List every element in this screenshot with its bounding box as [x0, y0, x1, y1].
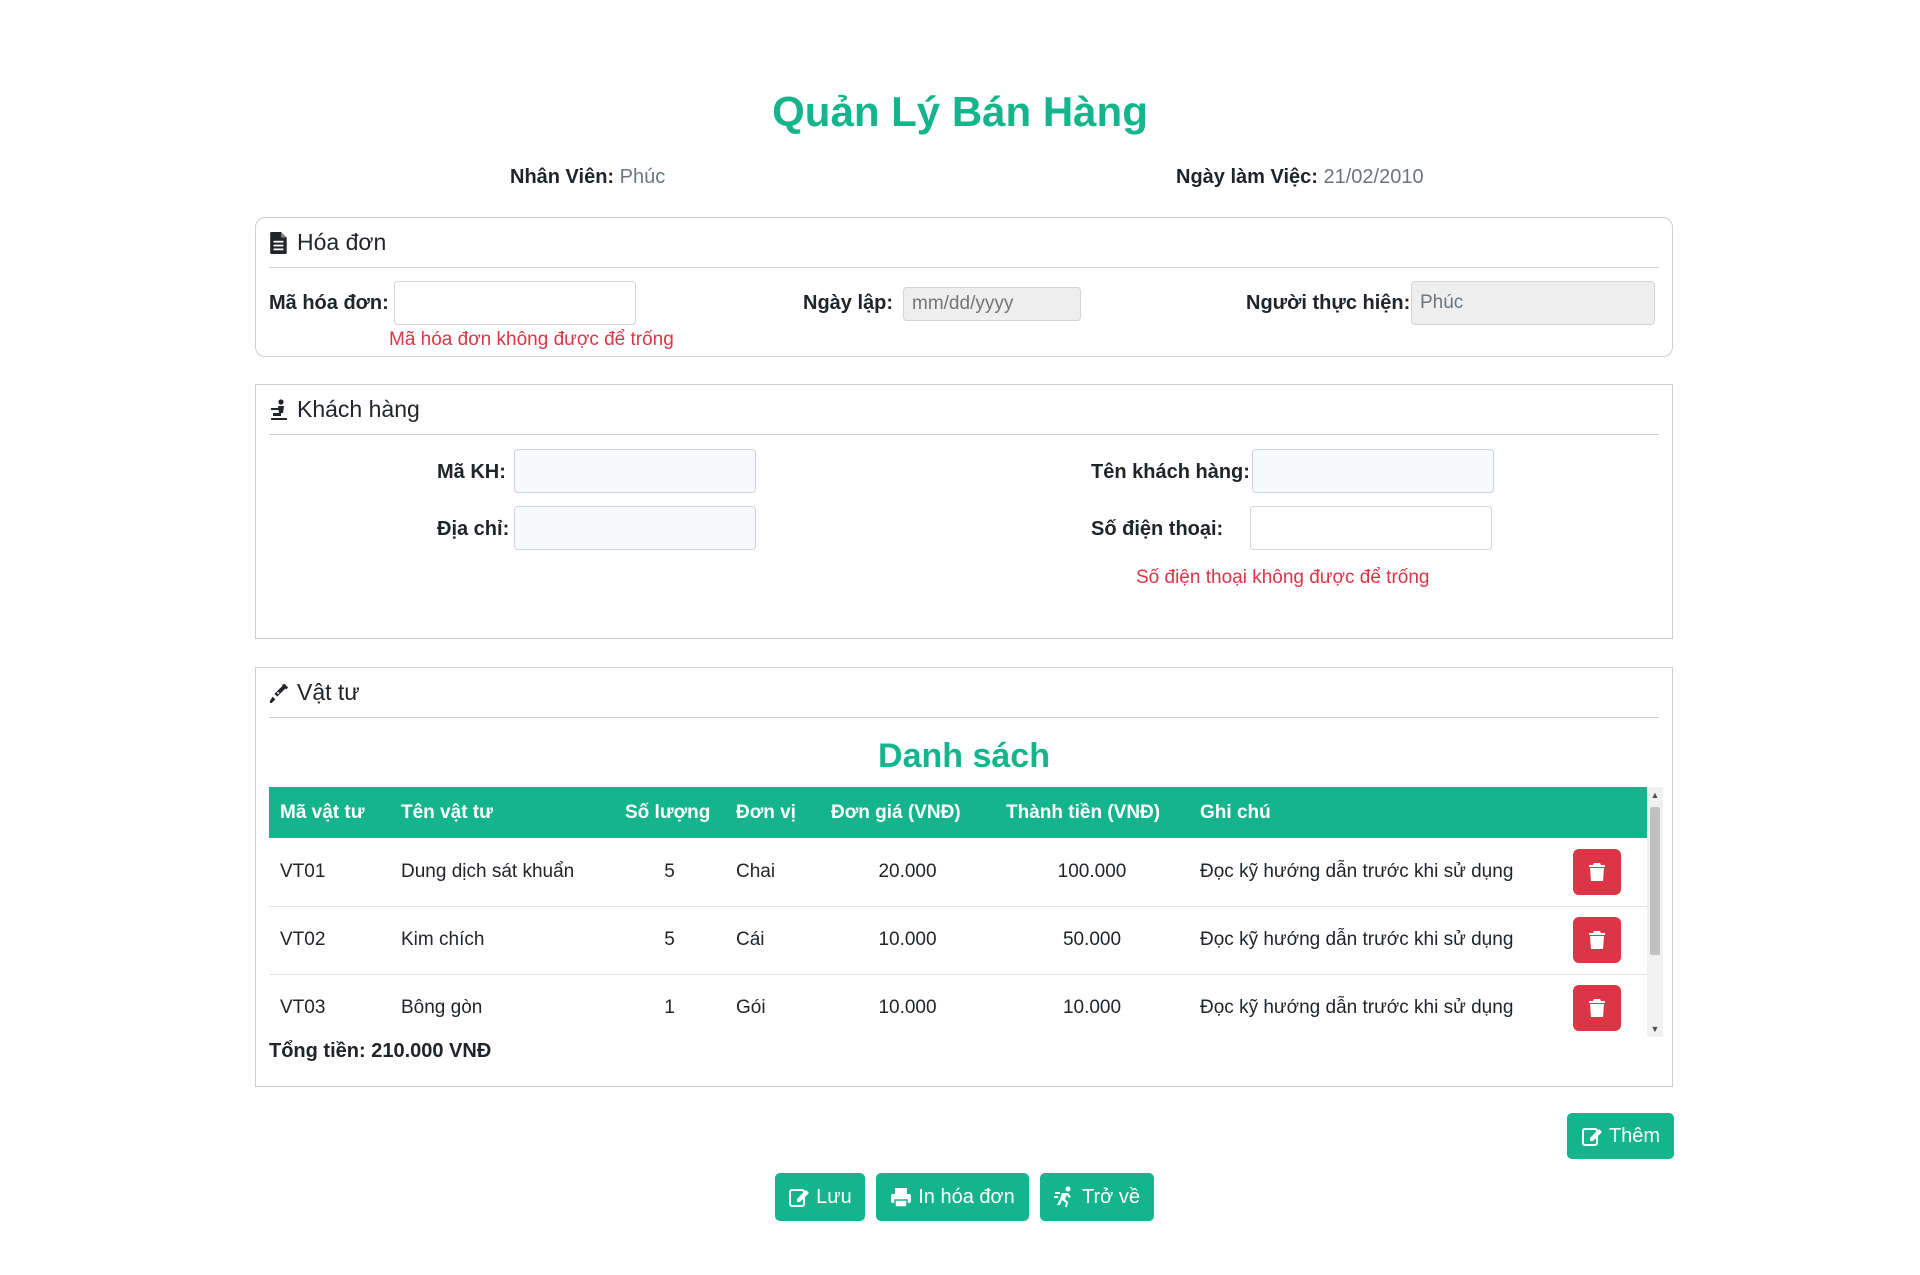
- customer-name-label: Tên khách hàng:: [1091, 461, 1250, 483]
- col-header-unit: Đơn vị: [736, 801, 796, 823]
- edit-icon: [789, 1189, 810, 1207]
- delete-button[interactable]: [1573, 985, 1621, 1031]
- cell-amount: 10.000: [1062, 997, 1122, 1018]
- supplies-card: Vật tư Danh sách Mã vật tư Tên vật tư Số…: [255, 667, 1673, 1087]
- cell-amount: 100.000: [1057, 860, 1127, 882]
- trash-icon: [1589, 862, 1605, 881]
- staff-info: Nhân Viên: Phúc: [510, 166, 665, 189]
- total-amount: Tổng tiền: 210.000 VNĐ: [269, 1040, 492, 1062]
- person-carry-icon: [271, 398, 287, 420]
- cell-quantity: 5: [664, 860, 675, 882]
- supplies-table: Mã vật tư Tên vật tư Số lượng Đơn vị Đơn…: [269, 787, 1647, 1037]
- workday-label: Ngày làm Việc:: [1176, 166, 1318, 188]
- col-header-action: [1562, 787, 1647, 838]
- col-header-code: Mã vật tư: [280, 801, 365, 823]
- cell-unit-price: 20.000: [878, 860, 937, 882]
- invoice-code-label: Mã hóa đơn:: [269, 292, 389, 314]
- cell-name: Dung dịch sát khuẩn: [401, 860, 575, 882]
- phone-error: Số điện thoại không được để trống: [1136, 567, 1430, 588]
- cell-code: VT01: [280, 860, 326, 882]
- cell-name: Bông gòn: [401, 997, 483, 1018]
- add-button-label: Thêm: [1608, 1124, 1661, 1147]
- invoice-code-input[interactable]: [394, 281, 636, 325]
- cell-note: Đọc kỹ hướng dẫn trước khi sử dụng: [1200, 997, 1514, 1018]
- table-row: VT02 Kim chích 5 Cái 10.000 50.000 Đọc k…: [269, 906, 1647, 974]
- back-button[interactable]: Trở về: [1040, 1173, 1154, 1221]
- print-button[interactable]: In hóa đơn: [876, 1173, 1029, 1221]
- col-header-unit-price: Đơn giá (VNĐ): [831, 801, 961, 823]
- invoice-card: Hóa đơn Mã hóa đơn: Mã hóa đơn không đượ…: [255, 217, 1673, 357]
- cell-quantity: 1: [664, 997, 675, 1018]
- scroll-thumb[interactable]: [1650, 807, 1660, 955]
- customer-name-input[interactable]: [1252, 449, 1494, 493]
- invoice-date-input[interactable]: [903, 287, 1081, 321]
- save-button[interactable]: Lưu: [775, 1173, 865, 1221]
- address-label: Địa chỉ:: [437, 518, 510, 540]
- cell-unit: Chai: [736, 860, 776, 882]
- save-button-label: Lưu: [816, 1185, 852, 1208]
- table-row: VT01 Dung dịch sát khuẩn 5 Chai 20.000 1…: [269, 838, 1647, 906]
- add-button[interactable]: Thêm: [1567, 1113, 1674, 1159]
- supplies-card-header: Vật tư: [269, 668, 1659, 718]
- invoice-date-label: Ngày lập:: [803, 292, 894, 314]
- file-invoice-icon: [270, 231, 287, 254]
- page-title: Quản Lý Bán Hàng: [772, 88, 1148, 135]
- table-row: VT03 Bông gòn 1 Gói 10.000 10.000 Đọc kỹ…: [269, 974, 1647, 1037]
- cell-action: [1562, 838, 1647, 906]
- print-button-label: In hóa đơn: [918, 1185, 1015, 1208]
- table-header-row: Mã vật tư Tên vật tư Số lượng Đơn vị Đơn…: [269, 787, 1647, 838]
- cell-amount: 50.000: [1062, 929, 1122, 950]
- cell-action: [1562, 974, 1647, 1037]
- edit-icon: [1581, 1128, 1602, 1146]
- invoice-card-header: Hóa đơn: [269, 218, 1659, 268]
- staff-value: Phúc: [619, 166, 666, 188]
- syringe-icon: [269, 683, 289, 703]
- cell-code: VT03: [280, 997, 326, 1018]
- staff-label: Nhân Viên:: [510, 166, 615, 188]
- cell-name: Kim chích: [401, 929, 485, 950]
- delete-button[interactable]: [1573, 848, 1621, 895]
- cell-unit: Gói: [736, 997, 766, 1018]
- workday-value: 21/02/2010: [1323, 166, 1424, 188]
- list-title: Danh sách: [878, 737, 1050, 775]
- customer-card-header: Khách hàng: [269, 385, 1659, 435]
- col-header-quantity: Số lượng: [625, 801, 711, 823]
- trash-icon: [1589, 999, 1605, 1017]
- cell-quantity: 5: [664, 929, 675, 950]
- supplies-table-container[interactable]: Mã vật tư Tên vật tư Số lượng Đơn vị Đơn…: [269, 787, 1663, 1037]
- scroll-up-arrow-icon[interactable]: ▲: [1647, 787, 1663, 803]
- invoice-code-error: Mã hóa đơn không được để trống: [389, 329, 674, 350]
- customer-card: Khách hàng Mã KH: Tên khách hàng: Địa ch…: [255, 384, 1673, 639]
- workday-info: Ngày làm Việc: 21/02/2010: [1176, 166, 1424, 189]
- phone-label: Số điện thoại:: [1091, 518, 1224, 540]
- print-icon: [891, 1188, 912, 1208]
- cell-unit-price: 10.000: [878, 997, 937, 1018]
- cell-note: Đọc kỹ hướng dẫn trước khi sử dụng: [1200, 860, 1514, 882]
- running-person-icon: [1054, 1186, 1072, 1207]
- cell-unit-price: 10.000: [878, 929, 937, 950]
- cell-code: VT02: [280, 929, 326, 950]
- customer-card-title: Khách hàng: [297, 396, 420, 422]
- cell-note: Đọc kỹ hướng dẫn trước khi sử dụng: [1200, 929, 1514, 950]
- col-header-note: Ghi chú: [1200, 801, 1271, 823]
- table-scrollbar[interactable]: ▲ ▼: [1647, 787, 1663, 1037]
- delete-button[interactable]: [1573, 917, 1621, 963]
- performer-input[interactable]: [1411, 281, 1655, 325]
- cell-unit: Cái: [736, 929, 765, 950]
- scroll-down-arrow-icon[interactable]: ▼: [1647, 1021, 1663, 1037]
- col-header-amount: Thành tiền (VNĐ): [1006, 801, 1161, 823]
- trash-icon: [1589, 931, 1605, 949]
- back-button-label: Trở về: [1082, 1185, 1140, 1208]
- phone-input[interactable]: [1250, 506, 1492, 550]
- col-header-name: Tên vật tư: [401, 801, 493, 823]
- address-input[interactable]: [514, 506, 756, 550]
- supplies-card-title: Vật tư: [297, 679, 360, 705]
- invoice-card-title: Hóa đơn: [297, 229, 387, 255]
- performer-label: Người thực hiện:: [1246, 292, 1411, 314]
- cell-action: [1562, 906, 1647, 974]
- customer-id-label: Mã KH:: [437, 461, 506, 483]
- customer-id-input[interactable]: [514, 449, 756, 493]
